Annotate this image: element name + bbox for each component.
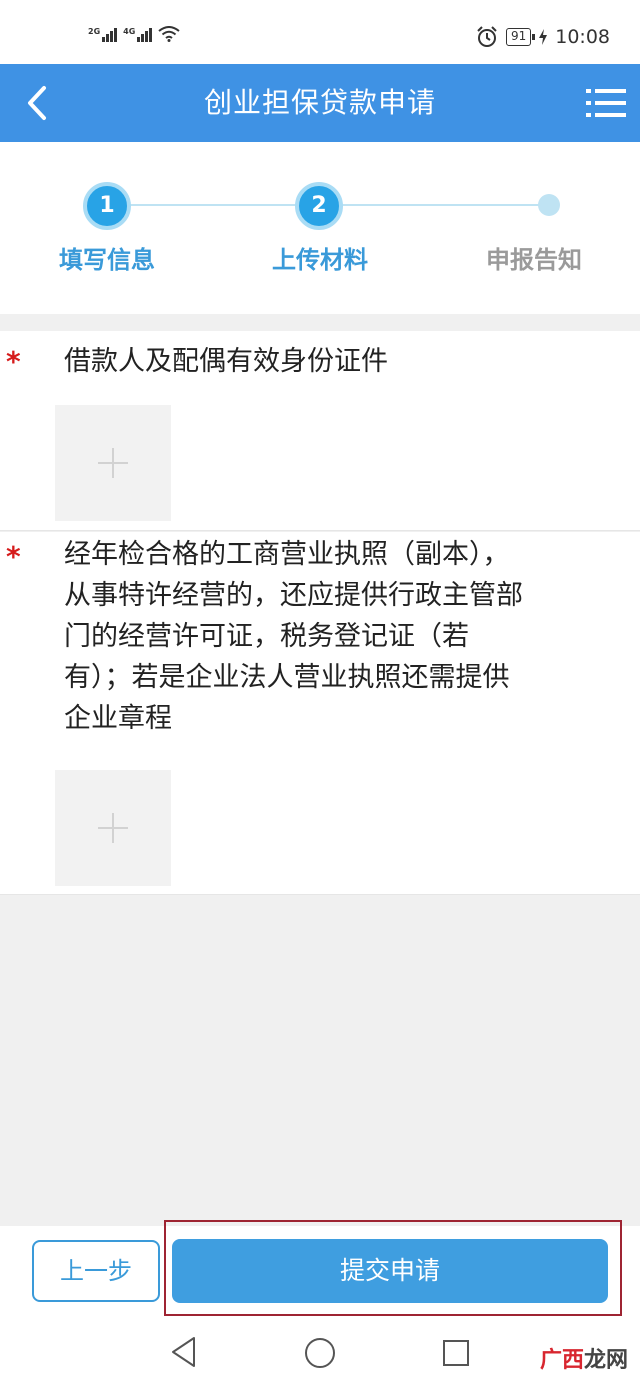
step-1-label: 填写信息 (59, 246, 155, 274)
submit-application-button[interactable]: 提交申请 (172, 1239, 608, 1303)
material-section-id-docs: * 借款人及配偶有效身份证件 (0, 331, 640, 531)
watermark-part-2: 龙网 (583, 1348, 628, 1373)
material-description: 借款人及配偶有效身份证件 (64, 341, 594, 382)
nav-home-icon[interactable] (305, 1338, 335, 1368)
step-2-indicator: 2 (295, 182, 343, 230)
material-line: 有）；若是企业法人营业执照还需提供 (64, 662, 510, 693)
signal-group: 2G 4G (88, 26, 180, 42)
watermark-logo: 广西龙网 (540, 1342, 628, 1374)
upload-button[interactable] (55, 405, 171, 521)
step-1-indicator: 1 (83, 182, 131, 230)
alarm-icon (477, 26, 497, 47)
material-line: 经年检合格的工商营业执照（副本）， (64, 539, 510, 570)
step-2-label: 上传材料 (272, 246, 368, 274)
material-line: 从事特许经营的，还应提供行政主管部 (64, 580, 523, 611)
clock-time: 10:08 (555, 26, 610, 48)
watermark-part-1: 广西 (539, 1348, 584, 1373)
step-connector (342, 204, 542, 206)
wifi-icon (158, 26, 180, 42)
battery-icon: 91 (505, 28, 536, 46)
material-description: 经年检合格的工商营业执照（副本）， 从事特许经营的，还应提供行政主管部 门的经营… (64, 534, 594, 739)
signal-2g-icon: 2G (88, 27, 118, 42)
page-title: 创业担保贷款申请 (203, 86, 436, 119)
menu-icon[interactable] (586, 86, 626, 120)
material-line: 企业章程 (64, 703, 172, 734)
nav-recent-apps-icon[interactable] (443, 1340, 469, 1366)
previous-step-button[interactable]: 上一步 (32, 1240, 160, 1302)
material-section-business-license: * 经年检合格的工商营业执照（副本）， 从事特许经营的，还应提供行政主管部 门的… (0, 532, 640, 895)
material-line: 借款人及配偶有效身份证件 (64, 346, 388, 377)
status-bar: 2G 4G 91 10:08 (0, 0, 640, 64)
network-type-2: 4G (123, 27, 136, 36)
upload-button[interactable] (55, 770, 171, 886)
step-connector (130, 204, 300, 206)
network-type-1: 2G (88, 27, 101, 36)
progress-steps: 1 2 填写信息 上传材料 申报告知 (0, 142, 640, 314)
signal-4g-icon: 4G (123, 27, 153, 42)
nav-back-icon[interactable] (170, 1336, 198, 1368)
step-3-label: 申报告知 (486, 246, 582, 274)
required-mark: * (6, 345, 21, 378)
required-mark: * (6, 540, 21, 573)
app-header: 创业担保贷款申请 (0, 64, 640, 142)
status-right: 91 10:08 (476, 26, 610, 48)
material-line: 门的经营许可证，税务登记证（若 (64, 621, 469, 652)
step-3-indicator (538, 194, 560, 216)
action-bar: 上一步 提交申请 (0, 1220, 640, 1316)
charging-icon (539, 29, 548, 45)
